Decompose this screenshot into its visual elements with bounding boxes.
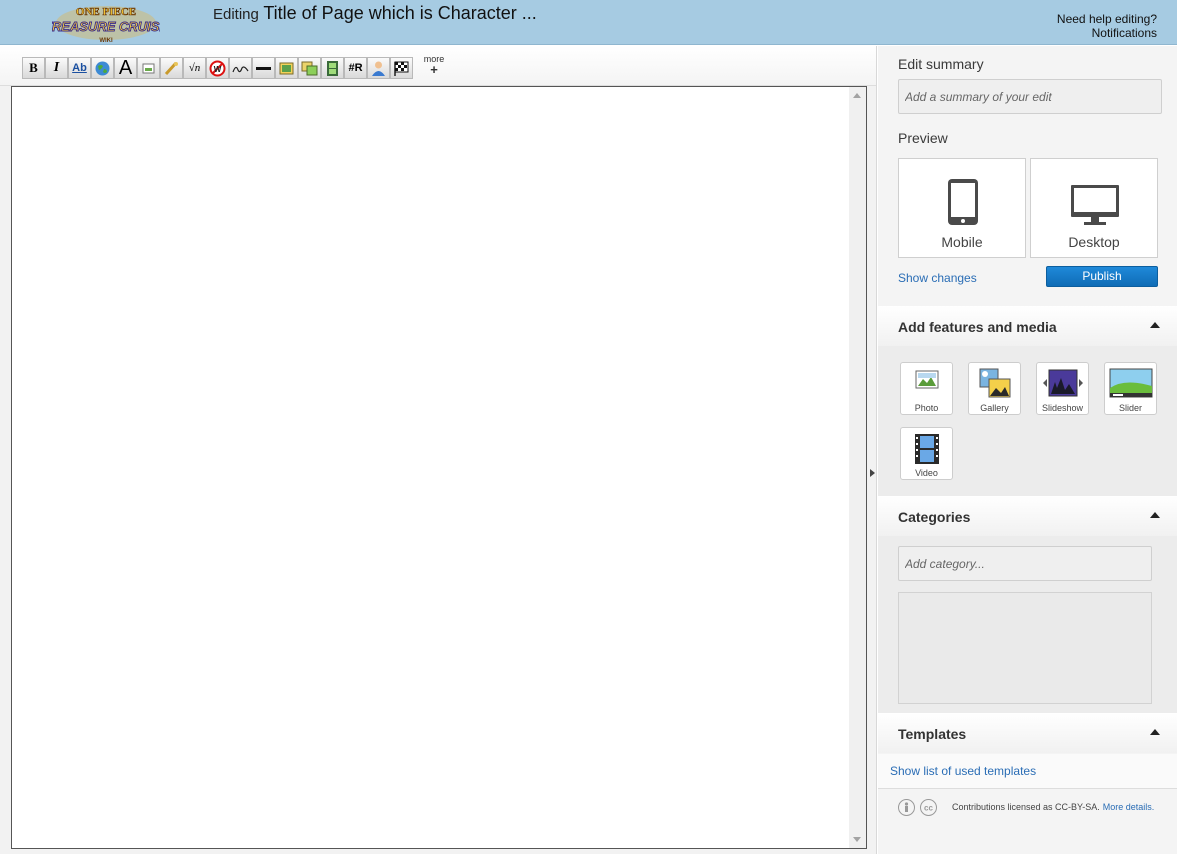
page-title: Title of Page which is Character ... <box>263 3 537 23</box>
preview-label: Preview <box>898 130 948 146</box>
slider-icon <box>1109 368 1152 398</box>
horizontal-line-icon <box>256 66 271 70</box>
add-photo-button[interactable]: Photo <box>900 362 953 415</box>
preview-desktop-button[interactable]: Desktop <box>1030 158 1158 258</box>
collapse-triangle-icon[interactable] <box>1150 512 1160 518</box>
license-notice: cc Contributions licensed as CC-BY-SA. M… <box>898 797 1154 817</box>
redirect-button[interactable]: #R <box>344 57 367 79</box>
gallery-icon <box>979 368 1010 398</box>
globe-icon <box>95 61 110 75</box>
toolbar-more-button[interactable]: more + <box>422 55 446 77</box>
collapse-rail-arrow-icon[interactable] <box>870 469 875 477</box>
publish-button[interactable]: Publish <box>1046 266 1158 287</box>
media-file-icon <box>164 61 178 75</box>
templates-section-header[interactable]: Templates <box>878 713 1177 753</box>
italic-button[interactable]: I <box>45 57 68 79</box>
bold-button[interactable]: B <box>22 57 45 79</box>
license-details-link[interactable]: More details. <box>1103 802 1155 812</box>
features-panel: Photo Gallery Slideshow Slider Video <box>878 346 1177 496</box>
svg-text:TREASURE CRUISE: TREASURE CRUISE <box>52 19 160 34</box>
add-category-input[interactable] <box>898 546 1152 581</box>
desktop-monitor-icon <box>1071 185 1119 225</box>
signature-icon <box>232 65 249 72</box>
help-editing-link[interactable]: Need help editing? <box>1057 12 1157 26</box>
add-gallery-button[interactable]: Gallery <box>968 362 1021 415</box>
embedded-file-button[interactable] <box>137 57 160 79</box>
add-slider-button[interactable]: Slider <box>1104 362 1157 415</box>
edit-summary-label: Edit summary <box>898 56 984 72</box>
photo-icon <box>915 370 938 389</box>
headline-button[interactable]: A <box>114 57 137 79</box>
external-link-button[interactable] <box>91 57 114 79</box>
media-file-button[interactable] <box>160 57 183 79</box>
toolbar-buttons: B I Ab A √n W #R <box>22 57 413 79</box>
desktop-label: Desktop <box>1068 234 1120 250</box>
gallery-button[interactable] <box>298 57 321 79</box>
user-button[interactable] <box>367 57 390 79</box>
wiki-logo[interactable]: ONE PIECE TREASURE CRUISE WIKI <box>43 2 168 44</box>
slider-label: Slider <box>1118 403 1142 413</box>
image-file-icon <box>142 63 155 73</box>
photo-label: Photo <box>914 403 939 413</box>
editing-title: Editing Title of Page which is Character… <box>213 3 537 24</box>
gallery-label: Gallery <box>980 403 1009 413</box>
categories-title: Categories <box>898 509 971 525</box>
editor-area: B I Ab A √n W #R more + <box>0 46 877 854</box>
checkered-flag-button[interactable] <box>390 57 413 79</box>
scroll-up-arrow-icon[interactable] <box>853 93 861 98</box>
slideshow-icon <box>1042 369 1083 397</box>
horizontal-line-button[interactable] <box>252 57 275 79</box>
video-label: Video <box>915 468 938 478</box>
show-changes-link[interactable]: Show changes <box>898 271 977 285</box>
user-icon <box>372 61 385 76</box>
internal-link-button[interactable]: Ab <box>68 57 91 79</box>
mobile-label: Mobile <box>941 234 983 250</box>
features-title: Add features and media <box>898 319 1057 335</box>
features-section-header[interactable]: Add features and media <box>878 306 1177 346</box>
header-links: Need help editing? Notifications <box>1057 12 1157 40</box>
preview-mobile-button[interactable]: Mobile <box>898 158 1026 258</box>
attribution-icon <box>898 798 915 816</box>
video-button[interactable] <box>321 57 344 79</box>
wikitext-textarea[interactable] <box>11 86 867 849</box>
slideshow-label: Slideshow <box>1041 403 1084 413</box>
ignore-wiki-button[interactable]: W <box>206 57 229 79</box>
edit-rail: Edit summary Preview Mobile Desktop Show… <box>878 46 1177 854</box>
collapse-triangle-icon[interactable] <box>1150 322 1160 328</box>
checkered-flag-icon <box>394 61 409 76</box>
video-film-icon <box>914 434 939 464</box>
image-button[interactable] <box>275 57 298 79</box>
license-text: Contributions licensed as CC-BY-SA. <box>952 802 1100 812</box>
signature-button[interactable] <box>229 57 252 79</box>
mobile-phone-icon <box>948 179 978 225</box>
plus-icon: + <box>430 62 438 77</box>
math-button[interactable]: √n <box>183 57 206 79</box>
creative-commons-icon: cc <box>920 798 937 816</box>
rail-publish-panel: Edit summary Preview Mobile Desktop Show… <box>878 46 1177 306</box>
picture-icon <box>279 62 294 74</box>
gallery-icon <box>301 61 318 75</box>
notifications-link[interactable]: Notifications <box>1057 26 1157 40</box>
svg-text:ONE PIECE: ONE PIECE <box>76 6 136 18</box>
svg-text:W: W <box>214 65 222 74</box>
category-list <box>898 592 1152 704</box>
edit-summary-input[interactable] <box>898 79 1162 114</box>
editor-toolbar: B I Ab A √n W #R more + <box>0 46 876 86</box>
svg-text:WIKI: WIKI <box>99 38 113 44</box>
add-video-button[interactable]: Video <box>900 427 953 480</box>
scroll-down-arrow-icon[interactable] <box>853 837 861 842</box>
templates-title: Templates <box>898 726 967 742</box>
film-icon <box>327 60 338 76</box>
add-slideshow-button[interactable]: Slideshow <box>1036 362 1089 415</box>
no-wiki-icon: W <box>209 60 226 76</box>
top-header: ONE PIECE TREASURE CRUISE WIKI Editing T… <box>0 0 1177 45</box>
textarea-scrollbar[interactable] <box>849 87 866 848</box>
svg-text:cc: cc <box>924 803 933 812</box>
collapse-triangle-icon[interactable] <box>1150 729 1160 735</box>
categories-section-header[interactable]: Categories <box>878 496 1177 536</box>
show-templates-link[interactable]: Show list of used templates <box>890 764 1036 778</box>
editing-label: Editing <box>213 6 259 23</box>
